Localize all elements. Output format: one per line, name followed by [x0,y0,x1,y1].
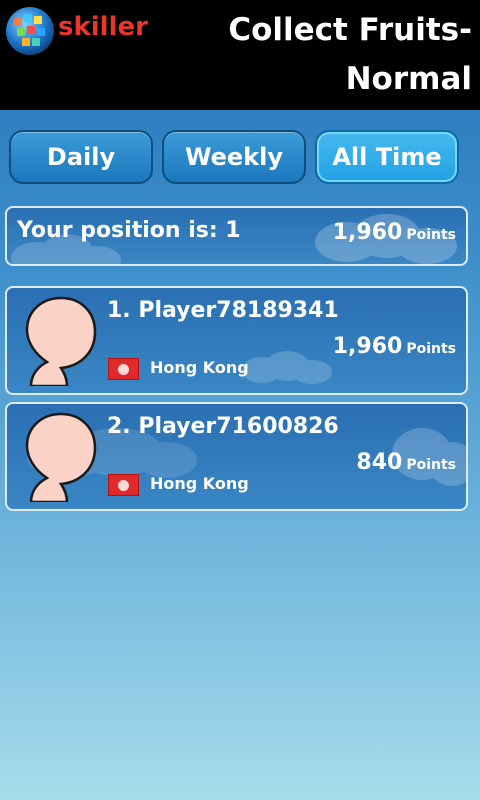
period-tabs: Daily Weekly All Time [9,130,465,186]
leaderboard-row[interactable]: 2. Player71600826 Hong Kong 840 Points [5,402,468,511]
position-panel: Your position is: 1 1,960 Points [5,206,468,266]
points-unit: Points [406,341,456,357]
player-name: 2. Player71600826 [107,414,339,439]
avatar-icon [25,296,97,386]
points-value: 1,960 [332,220,403,245]
globe-logo-icon [6,7,54,55]
player-points: 1,960 Points [333,334,456,359]
tab-daily[interactable]: Daily [9,130,153,184]
player-country: Hong Kong [150,474,249,493]
logo-text: skiller [58,12,148,42]
position-points: 1,960 Points [333,220,456,245]
position-label: Your position is: 1 [17,218,241,243]
cloud-decoration [242,351,332,384]
tab-all-time[interactable]: All Time [315,130,459,184]
page-title: Collect Fruits- Normal [172,6,472,104]
player-points: 840 Points [356,450,456,475]
points-value: 1,960 [332,334,403,359]
tab-weekly[interactable]: Weekly [162,130,306,184]
title-line-2: Normal [345,61,472,97]
hong-kong-flag-icon [108,358,139,380]
avatar-icon [25,412,97,502]
points-unit: Points [406,457,456,473]
player-country: Hong Kong [150,358,249,377]
title-line-1: Collect Fruits- [228,12,472,48]
points-value: 840 [356,450,403,475]
points-unit: Points [406,227,456,243]
player-name: 1. Player78189341 [107,298,339,323]
hong-kong-flag-icon [108,474,139,496]
leaderboard-row[interactable]: 1. Player78189341 Hong Kong 1,960 Points [5,286,468,395]
app-header: skiller Collect Fruits- Normal [0,0,480,110]
